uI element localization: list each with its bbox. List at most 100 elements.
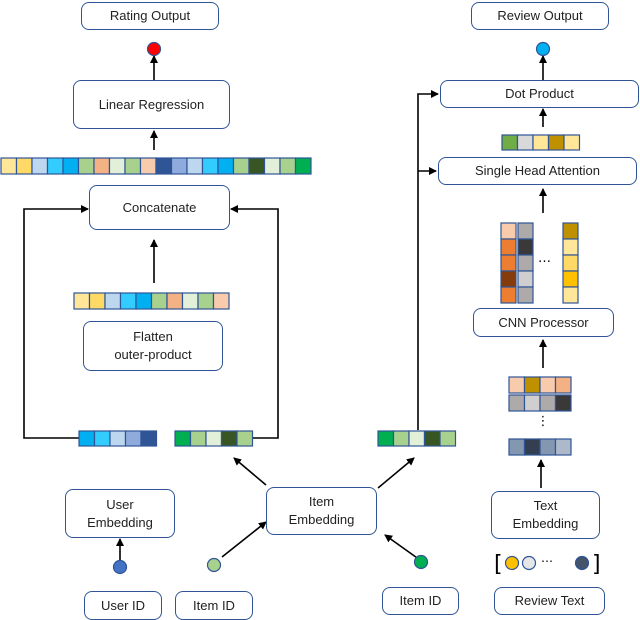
- vector-cell: [78, 430, 96, 447]
- vector-cell: [500, 254, 517, 272]
- vector-cell: [220, 430, 238, 447]
- attention-vector: [501, 134, 581, 151]
- item-vector-right: [377, 430, 457, 447]
- vector-cell: [155, 157, 173, 175]
- vector-cell: [88, 292, 106, 310]
- vector-cell: [119, 292, 137, 310]
- vector-cell: [554, 394, 572, 412]
- linear-regression-label: Linear Regression: [98, 96, 205, 112]
- vector-cell: [554, 438, 572, 456]
- token-node: [521, 555, 537, 571]
- vector-cell: [500, 286, 517, 304]
- linear-regression-box: Linear Regression: [73, 80, 230, 129]
- vector-cell: [439, 430, 457, 447]
- vector-cell: [554, 376, 572, 394]
- concatenate-label: Concatenate: [122, 199, 197, 215]
- vector-cell: [140, 430, 158, 447]
- token-ellipsis: …: [541, 551, 553, 565]
- item-id-right-box: Item ID: [382, 587, 459, 615]
- review-text-box: Review Text: [494, 587, 605, 615]
- cnn-processor-label: CNN Processor: [498, 314, 589, 330]
- item-vector-left: [174, 430, 254, 447]
- text-embedding-row: [508, 394, 572, 412]
- item-id-right-label: Item ID: [399, 593, 442, 609]
- vector-cell: [408, 430, 426, 447]
- vector-cell: [508, 438, 526, 456]
- review-output-box: Review Output: [471, 2, 609, 30]
- vector-cell: [109, 430, 127, 447]
- rows-vertical-ellipsis: ⋮: [537, 414, 550, 429]
- review-output-label: Review Output: [497, 8, 583, 24]
- vector-cell: [562, 286, 579, 304]
- vector-cell: [377, 430, 395, 447]
- cnn-ellipsis: …: [538, 251, 551, 266]
- vector-cell: [217, 157, 235, 175]
- vector-cell: [181, 292, 199, 310]
- vector-cell: [517, 238, 534, 256]
- vector-cell: [517, 286, 534, 304]
- review-text-label: Review Text: [514, 593, 585, 609]
- vector-cell: [423, 430, 441, 447]
- item-embedding-label: Item Embedding: [288, 494, 355, 527]
- concat-vector: [0, 157, 312, 175]
- vector-cell: [104, 292, 122, 310]
- vector-cell: [201, 157, 219, 175]
- vector-cell: [212, 292, 230, 310]
- item-id-right-node: [413, 554, 429, 570]
- vector-cell: [500, 270, 517, 288]
- vector-cell: [46, 157, 64, 175]
- vector-cell: [139, 157, 157, 175]
- flatten-label: Flatten outer-product: [114, 329, 192, 362]
- arrow-item-id-right-to-embedding: [384, 534, 421, 561]
- vector-cell: [539, 394, 557, 412]
- token-node: [504, 555, 520, 571]
- item-id-left-node: [206, 557, 222, 573]
- user-vector: [78, 430, 158, 447]
- vector-cell: [562, 270, 579, 288]
- vector-cell: [189, 430, 207, 447]
- vector-cell: [186, 157, 204, 175]
- vector-cell: [517, 254, 534, 272]
- concatenate-box: Concatenate: [89, 185, 230, 230]
- arrow-item-vector-to-dot: [417, 90, 439, 430]
- user-embedding-label: User Embedding: [87, 496, 153, 530]
- vector-cell: [523, 438, 541, 456]
- vector-cell: [62, 157, 80, 175]
- vector-cell: [232, 157, 250, 175]
- vector-cell: [294, 157, 312, 175]
- vector-cell: [93, 157, 111, 175]
- vector-cell: [501, 134, 519, 151]
- dot-product-box: Dot Product: [440, 80, 639, 108]
- text-embedding-row: [508, 376, 572, 394]
- vector-cell: [539, 376, 557, 394]
- vector-cell: [236, 430, 254, 447]
- vector-cell: [0, 157, 18, 175]
- user-id-box: User ID: [84, 591, 162, 620]
- vector-cell: [73, 292, 91, 310]
- vector-cell: [517, 270, 534, 288]
- item-embedding-box: Item Embedding: [266, 487, 377, 535]
- vector-cell: [500, 222, 517, 240]
- vector-cell: [108, 157, 126, 175]
- flatten-box: Flatten outer-product: [83, 321, 223, 371]
- user-embedding-box: User Embedding: [65, 489, 175, 538]
- text-embedding-box: Text Embedding: [491, 491, 600, 539]
- user-id-node: [112, 559, 128, 575]
- vector-cell: [563, 134, 581, 151]
- vector-cell: [508, 394, 526, 412]
- vector-cell: [279, 157, 297, 175]
- bracket-right: ]: [592, 552, 601, 577]
- single-head-attention-box: Single Head Attention: [438, 157, 637, 185]
- vector-cell: [508, 376, 526, 394]
- vector-cell: [562, 238, 579, 256]
- arrow-user-vector-to-concat: [23, 205, 89, 439]
- vector-cell: [124, 430, 142, 447]
- vector-cell: [539, 438, 557, 456]
- vector-cell: [166, 292, 184, 310]
- vector-cell: [532, 134, 550, 151]
- vector-cell: [248, 157, 266, 175]
- token-node: [574, 555, 590, 571]
- vector-cell: [516, 134, 534, 151]
- dot-product-label: Dot Product: [505, 86, 574, 102]
- cnn-feature-column: [517, 222, 534, 304]
